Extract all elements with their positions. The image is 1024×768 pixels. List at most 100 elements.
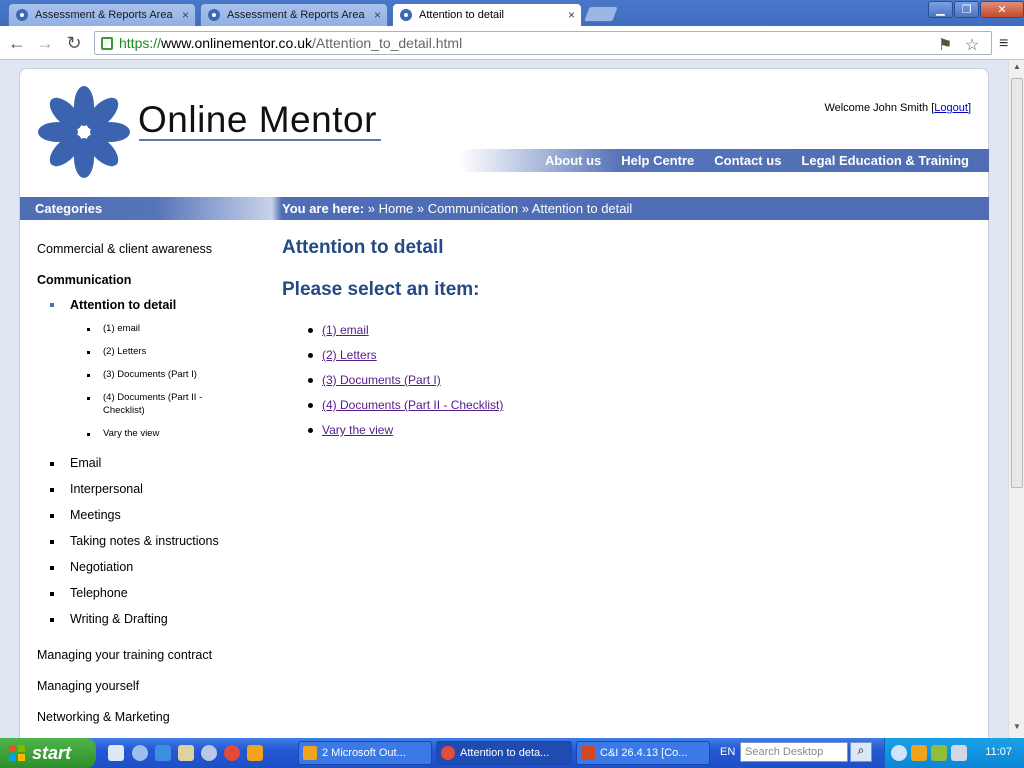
bullet [308,378,313,383]
quicklaunch-outlook-icon[interactable] [247,745,263,761]
browser-tab-active[interactable]: Attention to detail × [392,3,582,26]
bullet [308,328,313,333]
tab-label: Assessment & Reports Area [35,9,173,21]
tab-label: Attention to detail [419,9,505,21]
taskbar-button-chrome[interactable]: Attention to deta... [436,741,572,765]
browser-tab[interactable]: Assessment & Reports Area × [8,3,196,26]
flower-icon [16,9,28,21]
sidebar-item-taking-notes[interactable]: Taking notes & instructions [70,534,219,548]
page-container: Online Mentor Welcome John Smith [Logout… [19,68,989,738]
sidebar-item-negotiation[interactable]: Negotiation [70,560,133,574]
start-button[interactable]: start [0,738,96,768]
item-link-documents-1[interactable]: (3) Documents (Part I) [322,373,441,387]
quicklaunch-picture-icon[interactable] [178,745,194,761]
breadcrumb: You are here: » Home » Communication » A… [282,201,632,216]
breadcrumb-home[interactable]: » Home [368,201,414,216]
sidebar-sub-letters[interactable]: (2) Letters [103,345,146,358]
scrollbar-thumb[interactable] [1011,78,1023,488]
item-link-email[interactable]: (1) email [322,323,369,337]
sidebar-sub-documents-2[interactable]: (4) Documents (Part II - Checklist) [103,391,223,417]
maximize-button[interactable]: ❐ [954,1,979,18]
nav-about-us[interactable]: About us [545,153,601,168]
forward-icon[interactable]: → [34,32,56,54]
bullet [87,351,90,354]
bullet [308,428,313,433]
menu-icon[interactable]: ≡ [999,35,1008,53]
bullet [87,397,90,400]
sidebar-item-writing[interactable]: Writing & Drafting [70,612,168,626]
quicklaunch-explorer-icon[interactable] [108,745,124,761]
sidebar-item-interpersonal[interactable]: Interpersonal [70,482,143,496]
tray-app-icon[interactable] [931,745,947,761]
bullet [87,328,90,331]
sidebar-item-commercial[interactable]: Commercial & client awareness [37,242,212,256]
windows-taskbar: start 2 Microsoft Out... Attention to de… [0,738,1024,768]
quicklaunch-chrome-icon[interactable] [224,745,240,761]
url-scheme: https:// [119,35,162,51]
sidebar-sub-documents-1[interactable]: (3) Documents (Part I) [103,368,197,381]
tray-arrow-icon[interactable] [891,745,907,761]
back-icon[interactable]: ← [6,32,28,54]
scroll-down-icon[interactable]: ▼ [1011,722,1023,736]
bullet [50,592,54,596]
reload-icon[interactable]: ↻ [63,32,85,54]
logout-link[interactable]: Logout [934,102,968,114]
sidebar-item-email[interactable]: Email [70,456,101,470]
system-tray: 11:07 [884,738,1024,768]
sidebar-item-attention-to-detail[interactable]: Attention to detail [70,298,176,312]
url-host: www.onlinementor.co.uk [161,35,312,51]
desktop-search-input[interactable]: Search Desktop [740,742,848,762]
close-icon[interactable]: × [568,8,575,22]
page-viewport: Online Mentor Welcome John Smith [Logout… [0,60,1008,738]
quicklaunch-ie-icon[interactable] [155,745,171,761]
tray-network-icon[interactable] [951,745,967,761]
quicklaunch-app-icon[interactable] [201,745,217,761]
item-link-letters[interactable]: (2) Letters [322,348,377,362]
star-icon[interactable]: ☆ [965,35,979,55]
sidebar-item-meetings[interactable]: Meetings [70,508,121,522]
nav-help-centre[interactable]: Help Centre [621,153,694,168]
powerpoint-icon [581,746,595,760]
quicklaunch-media-icon[interactable] [132,745,148,761]
breadcrumb-communication[interactable]: » Communication [417,201,518,216]
search-icon[interactable]: ⌕ [850,742,872,762]
address-bar[interactable]: https:// www.onlinementor.co.uk /Attenti… [94,31,992,55]
sidebar-item-communication[interactable]: Communication [37,273,131,287]
bullet [50,462,54,466]
new-tab-button[interactable] [583,6,619,22]
bullet [308,353,313,358]
tray-outlook-icon[interactable] [911,745,927,761]
sidebar-item-networking[interactable]: Networking & Marketing [37,710,170,724]
taskbar-button-outlook[interactable]: 2 Microsoft Out... [298,741,432,765]
vertical-scrollbar[interactable]: ▲ ▼ [1008,60,1024,738]
item-link-vary-view[interactable]: Vary the view [322,423,393,437]
windows-logo-icon [9,745,25,761]
minimize-button[interactable]: ▁ [928,1,953,18]
sidebar-item-training-contract[interactable]: Managing your training contract [37,648,212,662]
taskbar-button-powerpoint[interactable]: C&I 26.4.13 [Co... [576,741,710,765]
browser-toolbar: ← → ↻ https:// www.onlinementor.co.uk /A… [0,26,1024,60]
close-icon[interactable]: × [374,8,381,22]
nav-contact-us[interactable]: Contact us [714,153,781,168]
clock: 11:07 [985,746,1012,758]
breadcrumb-current: » Attention to detail [521,201,633,216]
bullet [50,618,54,622]
site-logo-text[interactable]: Online Mentor [138,99,377,141]
sidebar-sub-email[interactable]: (1) email [103,322,140,335]
bullet [87,433,90,436]
sidebar-item-managing-yourself[interactable]: Managing yourself [37,679,139,693]
browser-tab[interactable]: Assessment & Reports Area × [200,3,388,26]
window-close-button[interactable]: ✕ [980,1,1024,18]
item-link-documents-2[interactable]: (4) Documents (Part II - Checklist) [322,398,503,412]
browser-tab-bar: Assessment & Reports Area × Assessment &… [0,0,1024,26]
sidebar-sub-vary-view[interactable]: Vary the view [103,427,159,440]
scroll-up-icon[interactable]: ▲ [1011,62,1023,76]
nav-legal-education[interactable]: Legal Education & Training [801,153,969,168]
flag-icon[interactable]: ⚑ [938,35,952,55]
sidebar-item-telephone[interactable]: Telephone [70,586,128,600]
close-icon[interactable]: × [182,8,189,22]
bullet [50,566,54,570]
tab-label: Assessment & Reports Area [227,9,365,21]
language-indicator[interactable]: EN [720,746,735,758]
bullet [50,514,54,518]
